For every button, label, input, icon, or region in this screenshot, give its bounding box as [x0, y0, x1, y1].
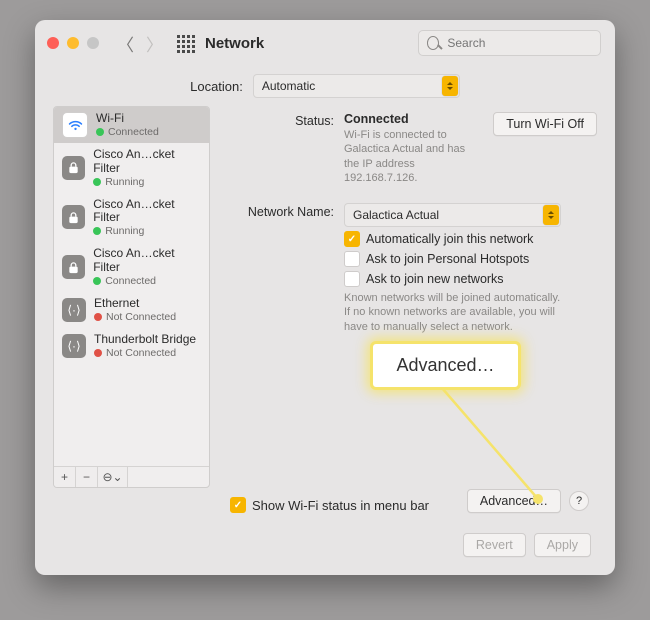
status-dot-icon [93, 277, 101, 285]
search-field[interactable] [418, 30, 601, 56]
sidebar-item-cisco-an-cket-filter[interactable]: Cisco An…cket FilterRunning [54, 193, 209, 243]
sidebar-item-label: Thunderbolt Bridge [94, 333, 196, 347]
status-dot-icon [93, 227, 101, 235]
minimize-icon[interactable] [67, 37, 79, 49]
status-dot-icon [96, 128, 104, 136]
known-networks-note: Known networks will be joined automatica… [344, 291, 569, 334]
sidebar-item-status: Running [93, 176, 201, 188]
sidebar-item-status: Not Connected [94, 311, 176, 323]
turn-wifi-off-button[interactable]: Turn Wi-Fi Off [493, 112, 597, 136]
traffic-lights [47, 37, 99, 49]
chevron-updown-icon [543, 205, 559, 225]
search-icon [427, 36, 439, 50]
maximize-icon[interactable] [87, 37, 99, 49]
search-input[interactable] [445, 35, 592, 51]
show-menubar-checkbox[interactable] [230, 497, 246, 513]
nav-arrows: 〈 〉 [117, 31, 163, 56]
wifi-icon [62, 112, 88, 138]
service-detail: Status: Connected Wi-Fi is connected to … [222, 106, 597, 488]
lock-icon [62, 205, 85, 229]
status-value: Connected [344, 112, 479, 126]
ethernet-icon: ⟨·⟩ [62, 298, 86, 322]
sidebar-item-status: Not Connected [94, 347, 196, 359]
lock-icon [62, 156, 85, 180]
help-button[interactable]: ? [569, 491, 589, 511]
status-dot-icon [93, 178, 101, 186]
apply-button[interactable]: Apply [534, 533, 591, 557]
titlebar: 〈 〉 Network [35, 20, 615, 66]
services-sidebar: Wi-FiConnectedCisco An…cket FilterRunnin… [53, 106, 210, 488]
sidebar-item-label: Cisco An…cket Filter [93, 148, 201, 176]
network-name-value: Galactica Actual [353, 208, 439, 222]
forward-button[interactable]: 〉 [146, 31, 163, 56]
network-preferences-window: 〈 〉 Network Location: Automatic Wi-FiCon… [35, 20, 615, 575]
chevron-updown-icon [442, 76, 458, 96]
sidebar-item-status: Connected [93, 275, 201, 287]
status-dot-icon [94, 349, 102, 357]
sidebar-item-status: Running [93, 225, 201, 237]
sidebar-item-wi-fi[interactable]: Wi-FiConnected [54, 107, 209, 143]
network-name-label: Network Name: [222, 203, 334, 334]
ask-hotspot-label: Ask to join Personal Hotspots [366, 252, 529, 266]
show-menubar-label: Show Wi-Fi status in menu bar [252, 498, 429, 513]
sidebar-item-label: Cisco An…cket Filter [93, 247, 201, 275]
location-popup[interactable]: Automatic [253, 74, 460, 98]
advanced-callout-label: Advanced… [396, 355, 494, 376]
remove-service-button[interactable]: − [76, 467, 98, 487]
location-label: Location: [190, 79, 243, 94]
revert-button[interactable]: Revert [463, 533, 526, 557]
auto-join-checkbox[interactable] [344, 231, 360, 247]
ask-new-label: Ask to join new networks [366, 272, 504, 286]
back-button[interactable]: 〈 [117, 31, 134, 56]
ask-new-checkbox[interactable] [344, 271, 360, 287]
sidebar-item-ethernet[interactable]: ⟨·⟩ EthernetNot Connected [54, 292, 209, 328]
advanced-callout: Advanced… [370, 341, 521, 390]
add-service-button[interactable]: + [54, 467, 76, 487]
apps-grid-icon[interactable] [177, 35, 193, 51]
sidebar-item-status: Connected [96, 126, 159, 138]
status-label: Status: [222, 112, 334, 185]
ethernet-icon: ⟨·⟩ [62, 334, 86, 358]
sidebar-item-thunderbolt-bridge[interactable]: ⟨·⟩ Thunderbolt BridgeNot Connected [54, 328, 209, 364]
sidebar-item-cisco-an-cket-filter[interactable]: Cisco An…cket FilterRunning [54, 143, 209, 193]
auto-join-label: Automatically join this network [366, 232, 533, 246]
sidebar-item-label: Wi-Fi [96, 112, 159, 126]
sidebar-item-cisco-an-cket-filter[interactable]: Cisco An…cket FilterConnected [54, 242, 209, 292]
sidebar-footer: + − ⊖⌄ [54, 466, 209, 487]
status-note: Wi-Fi is connected to Galactica Actual a… [344, 128, 479, 185]
status-dot-icon [94, 313, 102, 321]
sidebar-item-label: Cisco An…cket Filter [93, 198, 201, 226]
more-service-button[interactable]: ⊖⌄ [98, 467, 128, 487]
ask-hotspot-checkbox[interactable] [344, 251, 360, 267]
sidebar-item-label: Ethernet [94, 297, 176, 311]
close-icon[interactable] [47, 37, 59, 49]
advanced-button[interactable]: Advanced… [467, 489, 561, 513]
location-value: Automatic [262, 79, 315, 93]
lock-icon [62, 255, 85, 279]
network-name-popup[interactable]: Galactica Actual [344, 203, 561, 227]
page-title: Network [205, 35, 264, 52]
